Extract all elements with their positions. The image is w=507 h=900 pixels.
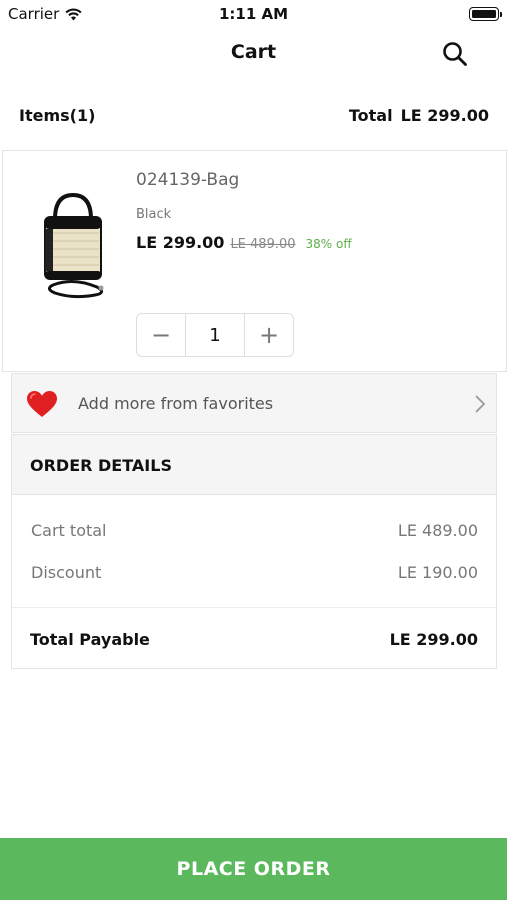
total-value: LE 299.00 <box>400 106 489 125</box>
carrier-label: Carrier <box>8 5 60 23</box>
increase-quantity-button[interactable]: + <box>245 314 293 356</box>
items-count: Items(1) <box>19 106 96 125</box>
favorites-label: Add more from favorites <box>78 394 274 413</box>
order-details-title: ORDER DETAILS <box>30 456 172 475</box>
status-bar: Carrier 1:11 AM <box>0 0 507 28</box>
wifi-icon <box>65 7 82 20</box>
original-price: LE 489.00 <box>230 237 296 252</box>
add-from-favorites-button[interactable]: Add more from favorites <box>11 373 497 433</box>
nav-bar: Cart <box>0 28 507 78</box>
cart-total: Total LE 299.00 <box>349 106 489 125</box>
order-details-header: ORDER DETAILS <box>12 435 496 495</box>
page-title: Cart <box>230 41 277 63</box>
cart-total-value: LE 489.00 <box>397 521 478 540</box>
divider <box>12 607 496 608</box>
chevron-right-icon <box>475 395 486 413</box>
cart-total-label: Cart total <box>31 521 107 540</box>
battery-icon <box>469 7 502 21</box>
decrease-quantity-button[interactable]: − <box>137 314 185 356</box>
place-order-button[interactable]: PLACE ORDER <box>0 838 507 900</box>
cart-summary: Items(1) Total LE 299.00 <box>0 100 507 134</box>
search-icon <box>443 42 467 66</box>
heart-icon <box>27 391 57 417</box>
product-name: 024139-Bag <box>136 170 240 190</box>
product-image <box>44 192 104 299</box>
product-color: Black <box>136 207 172 222</box>
total-payable-value: LE 299.00 <box>389 630 478 649</box>
plus-icon: + <box>258 321 280 349</box>
total-payable-label: Total Payable <box>30 630 150 649</box>
current-price: LE 299.00 <box>136 233 225 252</box>
minus-icon: − <box>150 321 172 349</box>
total-label: Total <box>348 106 393 125</box>
discount-badge: 38% off <box>305 237 352 251</box>
quantity-value: 1 <box>185 314 245 356</box>
price-row: LE 299.00 LE 489.00 38% off <box>136 233 352 252</box>
search-button[interactable] <box>441 40 469 68</box>
discount-value: LE 190.00 <box>397 563 478 582</box>
order-details-panel: ORDER DETAILS Cart total LE 489.00 Disco… <box>11 434 497 669</box>
quantity-stepper: − 1 + <box>136 313 294 357</box>
carrier-info: Carrier <box>8 5 82 23</box>
cart-item[interactable]: 024139-Bag Black LE 299.00 LE 489.00 38%… <box>2 150 507 372</box>
discount-label: Discount <box>31 563 102 582</box>
